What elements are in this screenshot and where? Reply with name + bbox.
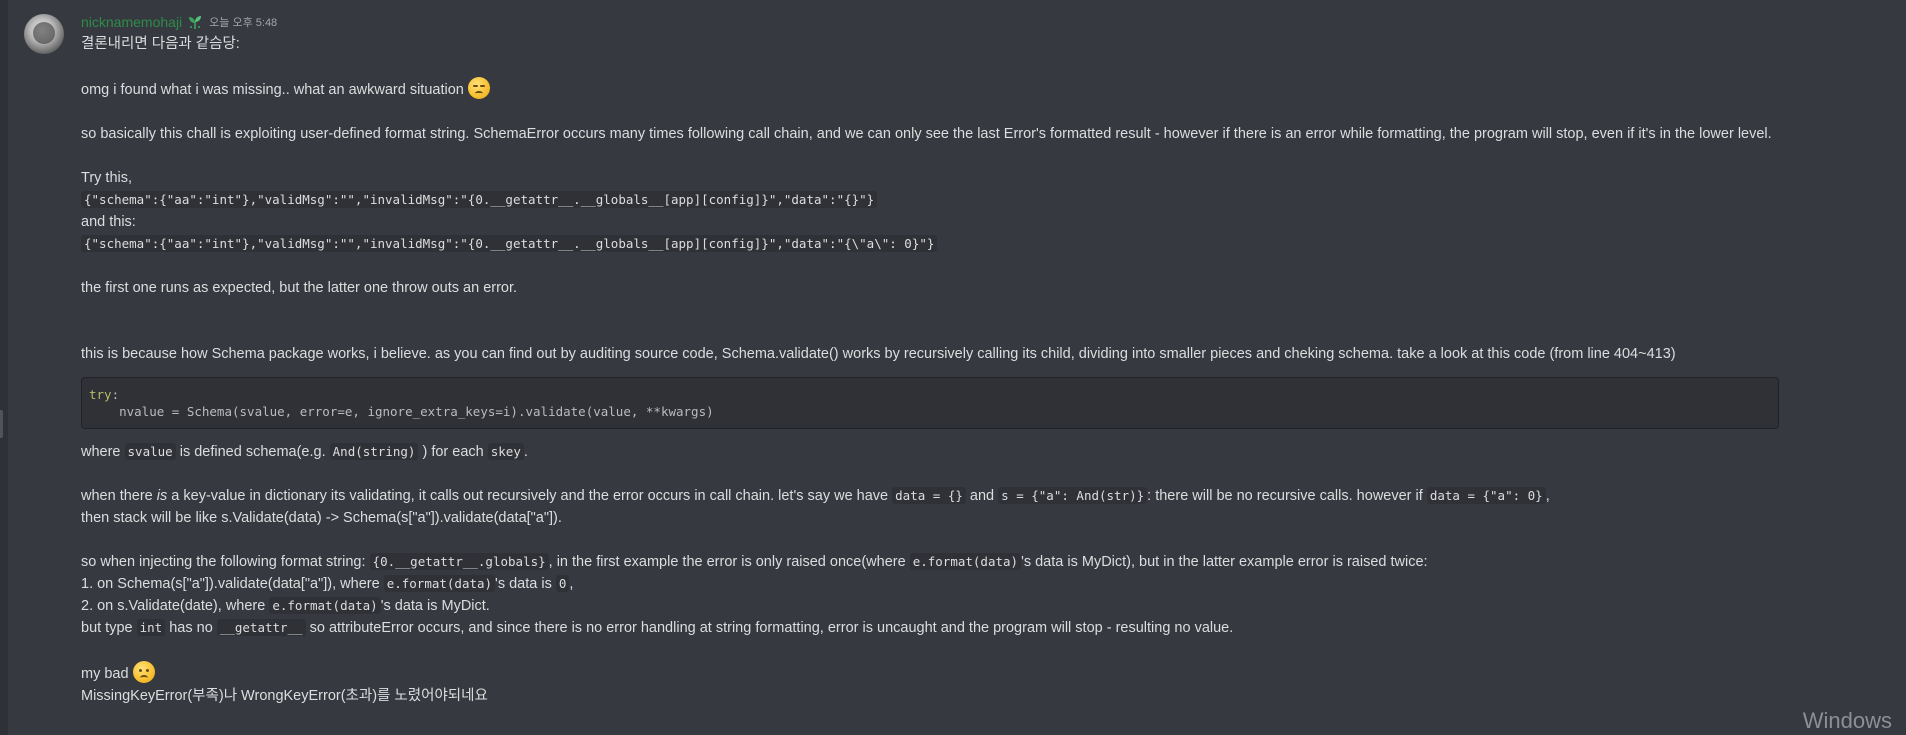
text-span: , [569,576,574,592]
scroll-notch [0,410,3,438]
code-text: nvalue = Schema(svalue, error=e, ignore_… [89,404,714,419]
text-span: so attributeError occurs, and since ther… [309,620,1234,636]
text-line: 2. on s.Validate(date), where e.format(d… [81,595,1891,617]
text-span: 's data is MyDict. [380,598,490,614]
inline-code: data = {"a": 0} [1426,487,1546,504]
text-line: and this: [81,214,136,230]
text-line: the first one runs as expected, but the … [81,280,518,296]
text-span: is defined schema(e.g. [179,444,326,460]
username[interactable]: nicknamemohaji [81,14,182,30]
text-span: so when injecting the following format s… [81,554,366,570]
text-span: . [523,444,528,460]
inline-code: {"schema":{"aa":"int"},"validMsg":"","in… [81,235,938,252]
inline-code: e.format(data) [269,597,381,614]
code-text: : [111,387,120,402]
relieved-face-emoji-icon [467,77,490,99]
text-line: but type int has no __getattr__ so attri… [81,617,1891,639]
inline-code: {"schema":{"aa":"int"},"validMsg":"","in… [81,191,878,208]
text-line: MissingKeyError(부족)나 WrongKeyError(초과)를 … [81,688,488,704]
text-span: , [1545,488,1550,504]
text-line: this is because how Schema package works… [81,346,1676,362]
text-line: where svalue is defined schema(e.g. And(… [81,441,1891,463]
text-line: then stack will be like s.Validate(data)… [81,510,562,526]
code-keyword: try [89,387,112,402]
text-line: {"schema":{"aa":"int"},"validMsg":"","in… [81,189,1891,211]
inline-code: skey [487,443,524,460]
inline-code: 0 [555,575,570,592]
text-span: where [81,444,121,460]
text-line: my bad [81,661,1891,685]
text-line: so when injecting the following format s… [81,551,1891,573]
inline-code: e.format(data) [383,575,496,592]
text-span: 's data is MyDict), but in the latter ex… [1021,554,1428,570]
text-span: a key-value in dictionary its validating… [171,488,889,504]
inline-code: {0.__getattr__.globals} [369,553,549,570]
text-span: when there [81,488,153,504]
frowning-face-emoji-icon [132,661,155,683]
text-span: is [156,488,168,504]
text-span: 1. on Schema(s["a"]).validate(data["a"])… [81,576,380,592]
text-span: 2. on s.Validate(date), where [81,598,266,614]
inline-code: svalue [124,443,176,460]
text-span: omg i found what i was missing.. what an… [81,82,464,98]
inline-code: data = {} [892,487,966,504]
message-header: nicknamemohaji 오늘 오후 5:48 [81,13,277,31]
text-line: so basically this chall is exploiting us… [81,126,1772,142]
inline-code: s = {"a": And(str)} [998,487,1148,504]
text-span: my bad [81,666,129,682]
text-line: Try this, [81,170,133,186]
left-rail [0,0,8,735]
avatar[interactable] [24,14,64,54]
text-line: {"schema":{"aa":"int"},"validMsg":"","in… [81,233,1891,255]
windows-watermark: Windows [1802,708,1892,733]
text-span: has no [169,620,213,636]
text-line: 1. on Schema(s["a"]).validate(data["a"])… [81,573,1891,595]
timestamp: 오늘 오후 5:48 [209,17,278,29]
text-span: but type [81,620,133,636]
text-line: omg i found what i was missing.. what an… [81,77,1891,101]
code-block: try: nvalue = Schema(svalue, error=e, ig… [81,377,1779,429]
text-line: 결론내리면 다음과 같슴당: [81,36,240,52]
inline-code: int [136,619,166,636]
text-line: when there is a key-value in dictionary … [81,485,1891,507]
text-span: , in the first example the error is only… [548,554,906,570]
avatar-face [33,22,55,44]
inline-code: __getattr__ [216,619,306,636]
message-content: 결론내리면 다음과 같슴당: omg i found what i was mi… [81,33,1891,707]
text-span: ) for each [422,444,484,460]
sprout-badge-icon[interactable] [186,14,204,30]
text-span: 's data is [495,576,552,592]
inline-code: And(string) [329,443,419,460]
text-span: : there will be no recursive calls. howe… [1147,488,1423,504]
text-span: and [969,488,995,504]
inline-code: e.format(data) [909,553,1022,570]
